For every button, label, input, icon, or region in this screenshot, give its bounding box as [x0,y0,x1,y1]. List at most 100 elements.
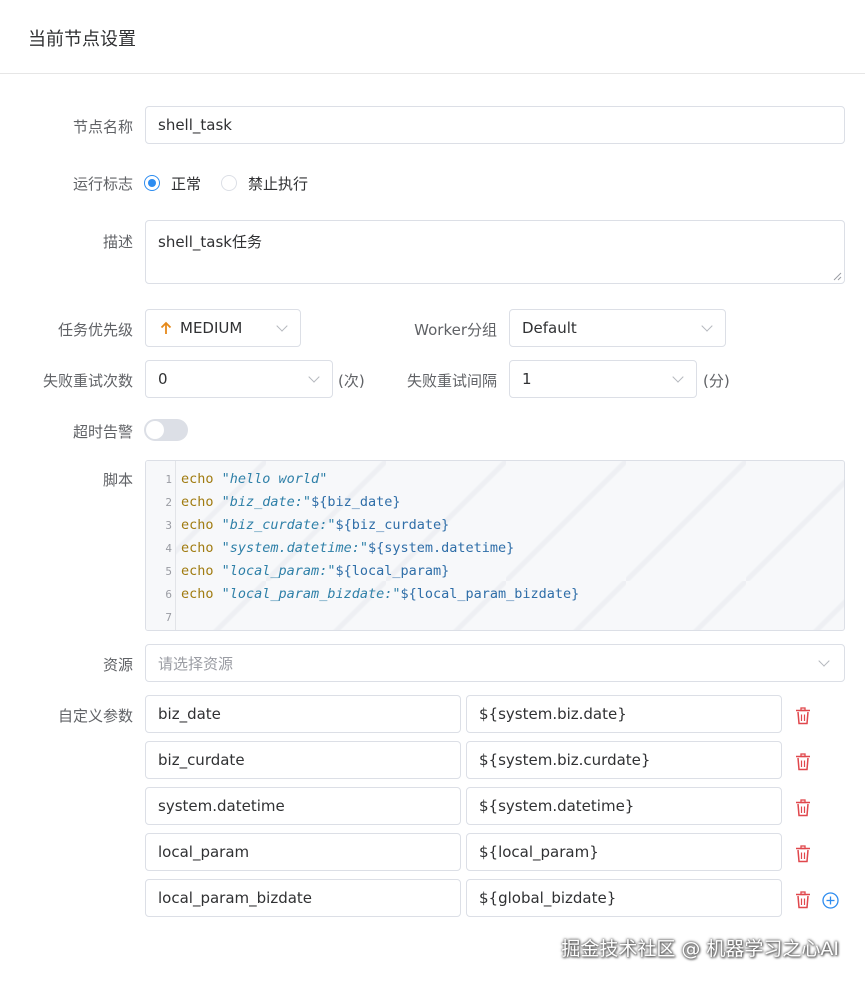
watermark: 掘金技术社区 @ 机器学习之心AI [561,938,839,960]
chevron-down-icon [276,320,288,332]
code-line: echo "biz_date:"${biz_date} [181,494,400,510]
param-value-text: ${system.biz.curdate} [479,751,651,769]
param-key-value: local_param_bizdate [158,889,313,907]
param-value-text: ${local_param} [479,843,599,861]
node-name-value: shell_task [158,116,232,134]
script-editor[interactable]: 1234567 echo "hello world" echo "biz_date… [145,460,845,631]
worker-group-label: Worker分组 [414,321,497,339]
param-value-input[interactable]: ${system.datetime} [466,787,782,825]
trash-icon[interactable] [795,891,811,909]
description-textarea[interactable]: shell_task任务 [145,220,845,284]
code-keyword: echo [181,563,214,579]
param-key-value: biz_curdate [158,751,245,769]
retry-interval-label: 失败重试间隔 [406,372,497,390]
param-key-value: biz_date [158,705,221,723]
line-number: 1 [165,473,172,486]
line-number: 5 [165,565,172,578]
retry-times-unit: (次) [338,372,365,390]
code-variable: ${biz_curdate} [335,517,450,533]
code-string: "local_param_bizdate:" [221,586,401,602]
priority-select[interactable]: MEDIUM [145,309,301,347]
param-key-value: local_param [158,843,250,861]
param-key-input[interactable]: local_param_bizdate [145,879,461,917]
resource-placeholder: 请选择资源 [158,654,234,673]
param-value-text: ${system.datetime} [479,797,635,815]
retry-interval-unit: (分) [703,372,730,390]
chevron-down-icon [701,320,713,332]
retry-interval-select[interactable]: 1 [509,360,697,398]
retry-times-select[interactable]: 0 [145,360,333,398]
code-string: "system.datetime:" [221,540,368,556]
resize-handle-icon[interactable] [833,272,842,281]
arrow-up-icon [160,321,172,334]
param-key-input[interactable]: local_param [145,833,461,871]
script-label: 脚本 [102,471,133,489]
line-number: 3 [165,519,172,532]
line-number: 4 [165,542,172,555]
resource-select[interactable]: 请选择资源 [145,644,845,682]
code-keyword: echo [181,517,214,533]
code-line: echo "local_param_bizdate:"${local_param… [181,586,579,602]
param-key-value: system.datetime [158,797,285,815]
code-string: "hello world" [221,471,328,487]
code-variable: ${local_param} [335,563,450,579]
add-param-icon[interactable] [822,892,839,909]
retry-times-label: 失败重试次数 [42,372,133,390]
priority-value: MEDIUM [180,319,243,337]
timeout-alarm-switch[interactable] [144,419,188,441]
retry-times-value: 0 [158,370,168,388]
run-flag-label: 运行标志 [72,175,133,193]
param-value-input[interactable]: ${system.biz.date} [466,695,782,733]
node-name-input[interactable]: shell_task [145,106,845,144]
trash-icon[interactable] [795,845,811,863]
node-name-label: 节点名称 [72,118,133,136]
code-string: "biz_curdate:" [221,517,336,533]
run-flag-forbidden-label[interactable]: 禁止执行 [248,173,308,194]
editor-gutter: 1 2 3 4 5 6 7 [146,461,176,630]
run-flag-normal-radio[interactable] [144,175,160,191]
param-value-text: ${global_bizdate} [479,889,617,907]
code-line: echo "biz_curdate:"${biz_curdate} [181,517,449,533]
code-string: "biz_date:" [221,494,312,510]
code-keyword: echo [181,586,214,602]
chevron-down-icon [308,371,320,383]
description-value: shell_task任务 [158,233,262,251]
code-string: "local_param:" [221,563,336,579]
resource-label: 资源 [102,656,133,674]
param-key-input[interactable]: system.datetime [145,787,461,825]
chevron-down-icon [818,655,830,667]
code-variable: ${biz_date} [311,494,401,510]
panel-title: 当前节点设置 [28,29,136,50]
chevron-down-icon [672,371,684,383]
trash-icon[interactable] [795,707,811,725]
code-keyword: echo [181,494,214,510]
custom-params-label: 自定义参数 [57,707,133,725]
trash-icon[interactable] [795,753,811,771]
param-value-text: ${system.biz.date} [479,705,627,723]
code-variable: ${system.datetime} [367,540,515,556]
code-line: echo "system.datetime:"${system.datetime… [181,540,514,556]
priority-label: 任务优先级 [57,321,133,339]
code-line: echo "local_param:"${local_param} [181,563,449,579]
param-key-input[interactable]: biz_date [145,695,461,733]
worker-group-select[interactable]: Default [509,309,726,347]
code-keyword: echo [181,540,214,556]
param-value-input[interactable]: ${global_bizdate} [466,879,782,917]
run-flag-forbidden-radio[interactable] [221,175,237,191]
panel-header: 当前节点设置 [0,0,865,74]
retry-interval-value: 1 [522,370,532,388]
line-number: 7 [165,611,172,624]
param-key-input[interactable]: biz_curdate [145,741,461,779]
description-label: 描述 [102,233,133,251]
line-number: 2 [165,496,172,509]
trash-icon[interactable] [795,799,811,817]
timeout-alarm-label: 超时告警 [72,423,133,441]
run-flag-normal-label[interactable]: 正常 [171,173,201,194]
code-variable: ${local_param_bizdate} [400,586,580,602]
line-number: 6 [165,588,172,601]
code-keyword: echo [181,471,214,487]
param-value-input[interactable]: ${local_param} [466,833,782,871]
worker-group-value: Default [522,319,577,337]
code-line: echo "hello world" [181,471,327,487]
param-value-input[interactable]: ${system.biz.curdate} [466,741,782,779]
